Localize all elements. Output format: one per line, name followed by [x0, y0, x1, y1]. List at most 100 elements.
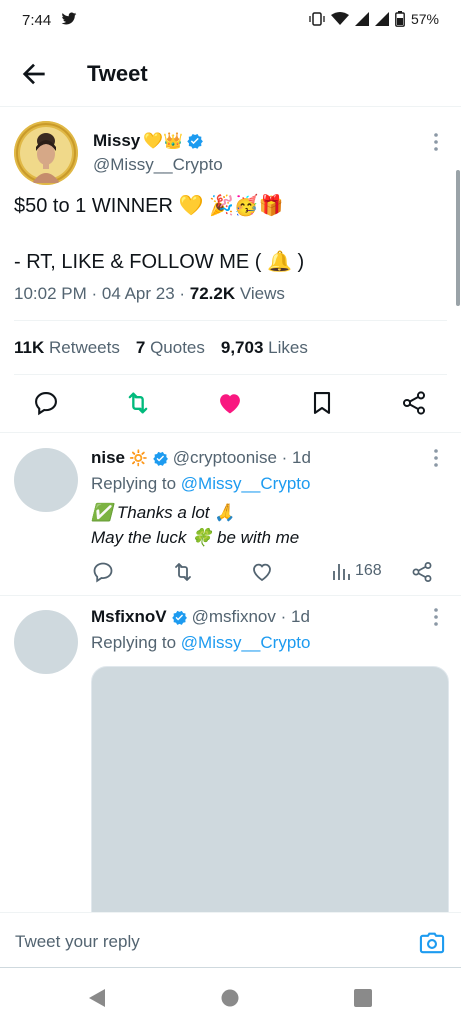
share-icon: [402, 391, 426, 415]
reply-views-count: 168: [355, 562, 382, 579]
camera-icon: [419, 932, 445, 954]
pray-emoji: 🙏: [214, 503, 236, 522]
like-button[interactable]: [216, 389, 244, 417]
reply-text-line2-words: May the luck: [91, 528, 192, 547]
back-arrow-icon: [22, 63, 45, 85]
replying-to: Replying to @Missy__Crypto: [91, 633, 310, 653]
nav-recents-button[interactable]: [354, 989, 372, 1012]
back-button[interactable]: [18, 58, 50, 90]
reply-author-name[interactable]: nise: [91, 448, 125, 468]
likes-count: 9,703: [220, 338, 264, 357]
reply-header: MsfixnoV @msfixnov · 1d: [91, 607, 310, 627]
author-badges: 💛👑: [143, 133, 184, 150]
retweet-icon: [128, 392, 148, 414]
reply-more-button[interactable]: [433, 607, 439, 627]
vibrate-icon: [309, 12, 325, 26]
check-emoji: ✅: [91, 503, 113, 522]
reply-handle[interactable]: @msfixnov · 1d: [192, 607, 310, 627]
replying-to-label: Replying to: [91, 474, 181, 493]
status-bar-time: 7:44: [22, 12, 77, 29]
retweet-button[interactable]: [124, 389, 152, 417]
clover-emoji: 🍀: [191, 528, 213, 547]
replying-to-link[interactable]: @Missy__Crypto: [181, 474, 311, 493]
reply-retweet-button[interactable]: [171, 560, 195, 589]
reply-more-button[interactable]: [433, 448, 439, 468]
reply-icon: [35, 392, 57, 416]
scrollbar[interactable]: [456, 170, 460, 306]
author-avatar[interactable]: [14, 121, 78, 185]
verified-icon: [152, 451, 168, 466]
tweet-stats: 11K Retweets 7 Quotes 9,703 Likes: [14, 338, 308, 358]
reply-views[interactable]: 168: [331, 560, 382, 582]
meta-divider: [14, 320, 447, 321]
retweets-label: Retweets: [48, 338, 120, 357]
reply-author-name[interactable]: MsfixnoV: [91, 607, 167, 627]
views-label[interactable]: Views: [235, 284, 285, 303]
reply-text-line2-end: be with me: [212, 528, 300, 547]
tweet-bottom-divider: [0, 432, 461, 433]
heart-icon: [220, 394, 240, 414]
tweet-text-line2-words: - RT, LIKE & FOLLOW ME (: [14, 251, 268, 273]
tweet-text-line1-words: $50 to 1 WINNER: [14, 195, 179, 217]
replying-to-label: Replying to: [91, 633, 181, 652]
signal-icon: [354, 12, 369, 26]
retweets-count: 11K: [14, 338, 45, 357]
more-icon: [434, 608, 438, 626]
heart-icon: [253, 563, 271, 582]
nav-home-icon: [221, 989, 239, 1007]
tweet-text-line2: - RT, LIKE & FOLLOW ME ( 🔔 ): [14, 248, 304, 276]
share-button[interactable]: [400, 389, 428, 417]
tweet-emoji: 💛 🎉🥳🎁: [178, 195, 284, 217]
replying-to-link[interactable]: @Missy__Crypto: [181, 633, 311, 652]
status-bar-indicators: 57%: [309, 11, 439, 27]
reply-avatar[interactable]: [14, 610, 78, 674]
reply-icon: [93, 562, 113, 583]
stats-divider: [14, 374, 447, 375]
wifi-icon: [330, 12, 349, 25]
reply-input[interactable]: Tweet your reply: [15, 932, 140, 952]
battery-icon: [395, 11, 405, 27]
composer-divider: [0, 967, 461, 968]
reply-avatar[interactable]: [14, 448, 78, 512]
header-divider: [0, 106, 461, 107]
likes-label: Likes: [268, 338, 308, 357]
quotes-label: Quotes: [150, 338, 205, 357]
reply-handle[interactable]: @cryptoonise · 1d: [173, 448, 311, 468]
tweet-text-line1: $50 to 1 WINNER 💛 🎉🥳🎁: [14, 192, 284, 220]
likes-stat[interactable]: 9,703 Likes: [221, 338, 308, 358]
verified-icon: [187, 133, 203, 149]
tweet-timestamp: 10:02 PM · 04 Apr 23 ·: [14, 284, 190, 303]
views-count[interactable]: 72.2K: [190, 284, 235, 303]
reply-divider: [0, 595, 461, 596]
reply-share-button[interactable]: [410, 560, 434, 589]
nav-back-icon: [89, 989, 105, 1007]
reply-like-button[interactable]: [250, 560, 274, 589]
avatar-portrait-image: [14, 121, 78, 185]
replying-to: Replying to @Missy__Crypto: [91, 474, 310, 494]
reply-text-line1-words: Thanks a lot: [112, 503, 215, 522]
share-icon: [412, 562, 432, 582]
reply-text-line2: May the luck 🍀 be with me: [91, 525, 299, 550]
page-title: Tweet: [87, 61, 148, 86]
reply-name-emoji: 🔆: [129, 450, 148, 467]
twitter-bird-icon: [62, 12, 77, 25]
nav-home-button[interactable]: [221, 989, 239, 1012]
views-icon: [333, 564, 350, 580]
reply-button[interactable]: [32, 389, 60, 417]
quotes-stat[interactable]: 7 Quotes: [136, 338, 205, 358]
nav-back-button[interactable]: [88, 988, 106, 1013]
author-name-row[interactable]: Missy 💛👑: [93, 131, 204, 151]
author-handle[interactable]: @Missy__Crypto: [93, 155, 223, 175]
tweet-meta: 10:02 PM · 04 Apr 23 · 72.2K Views: [14, 284, 285, 304]
author-name[interactable]: Missy: [93, 131, 140, 151]
bookmark-button[interactable]: [308, 389, 336, 417]
bookmark-icon: [313, 392, 331, 414]
reply-media-placeholder[interactable]: [91, 666, 449, 928]
camera-button[interactable]: [418, 930, 446, 958]
more-options-button[interactable]: [433, 132, 439, 152]
reply-text-line1: ✅ Thanks a lot 🙏: [91, 500, 235, 525]
reply-reply-button[interactable]: [91, 560, 115, 589]
retweets-stat[interactable]: 11K Retweets: [14, 338, 120, 358]
retweet-icon: [175, 563, 191, 581]
battery-percent: 57%: [410, 11, 439, 27]
